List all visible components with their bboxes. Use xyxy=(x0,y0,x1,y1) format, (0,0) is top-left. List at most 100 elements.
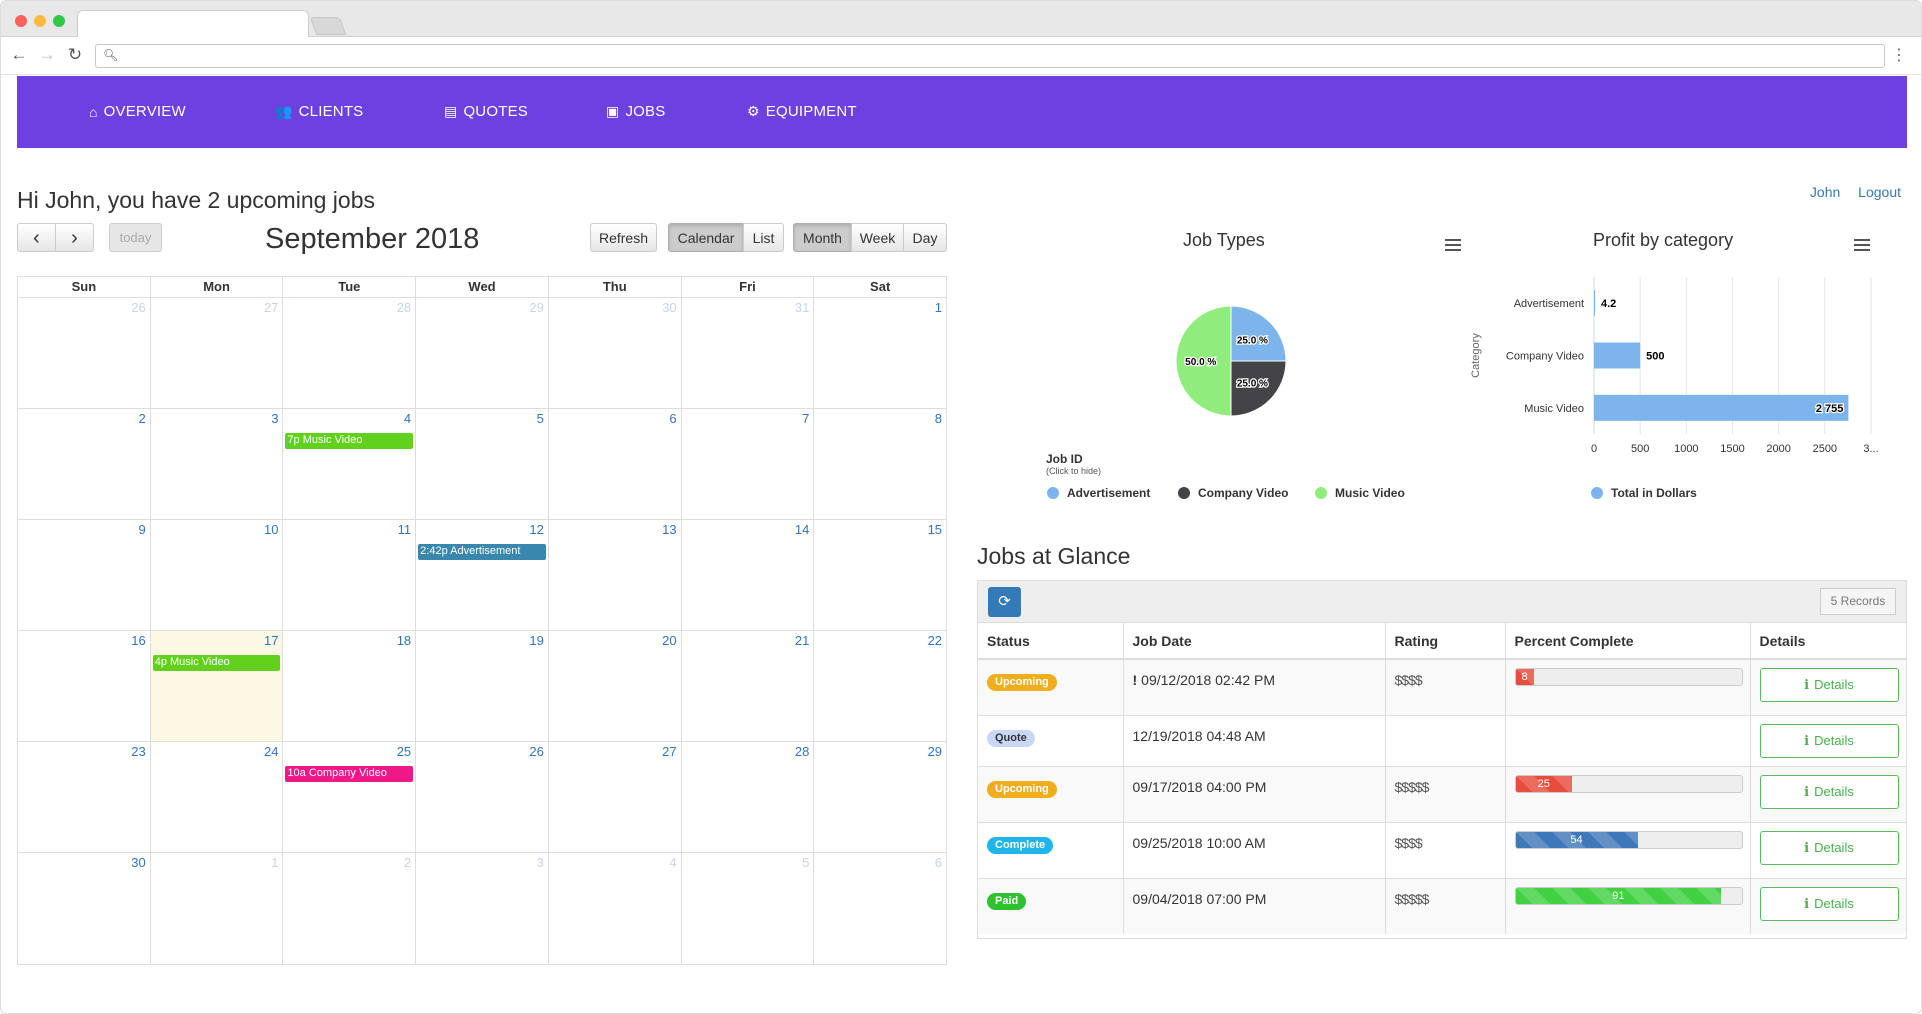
pie-slice-advertisement[interactable] xyxy=(1230,305,1287,362)
day-number[interactable]: 14 xyxy=(795,522,809,537)
day-number[interactable]: 28 xyxy=(397,300,411,315)
day-number[interactable]: 16 xyxy=(131,633,145,648)
maximize-window-button[interactable] xyxy=(53,15,65,27)
calendar-event[interactable]: 4p Music Video xyxy=(152,655,281,671)
day-number[interactable]: 30 xyxy=(131,855,145,870)
day-number[interactable]: 7 xyxy=(802,411,809,426)
forward-arrow-icon[interactable]: → xyxy=(37,45,57,65)
calendar-day-cell[interactable]: 27 xyxy=(549,742,682,852)
calendar-day-cell[interactable]: 15 xyxy=(814,520,946,630)
calendar-day-cell[interactable]: 30 xyxy=(18,853,151,964)
close-window-button[interactable] xyxy=(15,15,27,27)
calendar-day-cell[interactable]: 23 xyxy=(18,742,151,852)
calendar-day-cell[interactable]: 28 xyxy=(682,742,815,852)
reload-icon[interactable]: ↻ xyxy=(65,45,85,65)
job-row[interactable]: Paid 09/04/2018 07:00 PM $$$$$ 91 i Details xyxy=(978,877,1906,934)
calendar-day-cell[interactable]: 3 xyxy=(416,853,549,964)
profit-legend-item[interactable]: Total in Dollars xyxy=(1591,486,1697,500)
calendar-day-cell[interactable]: 4 xyxy=(549,853,682,964)
day-number[interactable]: 30 xyxy=(662,300,676,315)
calendar-day-cell[interactable]: 20 xyxy=(549,631,682,741)
new-tab-button[interactable] xyxy=(309,17,347,35)
calendar-day-cell[interactable]: 5 xyxy=(416,409,549,519)
day-number[interactable]: 1 xyxy=(935,300,942,315)
calendar-day-cell[interactable]: 9 xyxy=(18,520,151,630)
calendar-day-cell[interactable]: 3 xyxy=(151,409,284,519)
details-button[interactable]: i Details xyxy=(1759,774,1899,809)
back-arrow-icon[interactable]: ← xyxy=(9,45,29,65)
calendar-day-cell[interactable]: 5 xyxy=(682,853,815,964)
nav-overview[interactable]: ⌂ OVERVIEW xyxy=(89,103,186,120)
day-number[interactable]: 11 xyxy=(398,522,412,537)
day-number[interactable]: 31 xyxy=(795,300,809,315)
calendar-event[interactable]: 7p Music Video xyxy=(285,433,414,449)
nav-jobs[interactable]: ▣ JOBS xyxy=(606,103,665,120)
calendar-day-cell[interactable]: 30 xyxy=(549,298,682,408)
calendar-next-button[interactable]: › xyxy=(55,223,94,252)
legend-item-advertisement[interactable]: Advertisement xyxy=(1047,486,1150,500)
day-number[interactable]: 10 xyxy=(264,522,278,537)
calendar-day-cell[interactable]: 22 xyxy=(814,631,946,741)
day-number[interactable]: 1 xyxy=(271,855,278,870)
calendar-day-cell[interactable]: 12 2:42p Advertisement xyxy=(416,520,549,630)
calendar-day-cell[interactable]: 6 xyxy=(549,409,682,519)
day-number[interactable]: 4 xyxy=(404,411,411,426)
profit-menu-icon[interactable] xyxy=(1854,239,1870,251)
calendar-event[interactable]: 10a Company Video xyxy=(285,766,414,782)
legend-item-music-video[interactable]: Music Video xyxy=(1315,486,1405,500)
day-number[interactable]: 25 xyxy=(397,744,411,759)
day-number[interactable]: 23 xyxy=(131,744,145,759)
calendar-day-cell[interactable]: 16 xyxy=(18,631,151,741)
calendar-day-cell[interactable]: 13 xyxy=(549,520,682,630)
calendar-day-cell[interactable]: 18 xyxy=(283,631,417,741)
day-number[interactable]: 29 xyxy=(928,744,942,759)
calendar-day-cell[interactable]: 8 xyxy=(814,409,946,519)
calendar-day-cell[interactable]: 2 xyxy=(18,409,151,519)
user-name-link[interactable]: John xyxy=(1810,184,1840,200)
view-week-button[interactable]: Week xyxy=(851,223,904,252)
column-header-percent-complete[interactable]: Percent Complete xyxy=(1505,623,1751,660)
day-number[interactable]: 3 xyxy=(537,855,544,870)
column-header-rating[interactable]: Rating xyxy=(1385,623,1506,660)
calendar-prev-button[interactable]: ‹ xyxy=(17,223,56,252)
calendar-day-cell[interactable]: 19 xyxy=(416,631,549,741)
day-number[interactable]: 18 xyxy=(397,633,411,648)
day-number[interactable]: 29 xyxy=(529,300,543,315)
day-number[interactable]: 22 xyxy=(928,633,942,648)
calendar-day-cell[interactable]: 2 xyxy=(283,853,417,964)
day-number[interactable]: 27 xyxy=(264,300,278,315)
day-number[interactable]: 5 xyxy=(537,411,544,426)
day-number[interactable]: 20 xyxy=(662,633,676,648)
calendar-today-button[interactable]: today xyxy=(109,223,162,252)
day-number[interactable]: 6 xyxy=(935,855,942,870)
column-header-status[interactable]: Status xyxy=(978,623,1124,660)
calendar-refresh-button[interactable]: Refresh xyxy=(590,223,657,252)
day-number[interactable]: 2 xyxy=(404,855,411,870)
calendar-day-cell[interactable]: 7 xyxy=(682,409,815,519)
bar-company-video[interactable] xyxy=(1594,342,1641,369)
job-row[interactable]: Quote 12/19/2018 04:48 AM i Details xyxy=(978,714,1906,766)
job-types-menu-icon[interactable] xyxy=(1445,239,1461,251)
day-number[interactable]: 6 xyxy=(669,411,676,426)
day-number[interactable]: 9 xyxy=(138,522,145,537)
calendar-day-cell[interactable]: 29 xyxy=(814,742,946,852)
calendar-day-cell[interactable]: 24 xyxy=(151,742,284,852)
bar-advertisement[interactable] xyxy=(1594,290,1595,317)
view-day-button[interactable]: Day xyxy=(903,223,947,252)
details-button[interactable]: i Details xyxy=(1759,886,1899,921)
job-row[interactable]: Complete 09/25/2018 10:00 AM $$$$ 54 i Detail… xyxy=(978,821,1906,878)
nav-quotes[interactable]: ▤ QUOTES xyxy=(444,103,528,120)
view-calendar-button[interactable]: Calendar xyxy=(668,223,744,252)
column-header-details[interactable]: Details xyxy=(1750,623,1906,660)
day-number[interactable]: 3 xyxy=(271,411,278,426)
details-button[interactable]: i Details xyxy=(1759,723,1899,758)
day-number[interactable]: 8 xyxy=(935,411,942,426)
calendar-day-cell[interactable]: 28 xyxy=(283,298,417,408)
calendar-day-cell[interactable]: 1 xyxy=(814,298,946,408)
job-row[interactable]: Upcoming 09/17/2018 04:00 PM $$$$$ 25 i Detai… xyxy=(978,765,1906,822)
day-number[interactable]: 28 xyxy=(795,744,809,759)
calendar-day-cell[interactable]: 31 xyxy=(682,298,815,408)
calendar-day-cell[interactable]: 14 xyxy=(682,520,815,630)
calendar-day-cell[interactable]: 6 xyxy=(814,853,946,964)
day-number[interactable]: 13 xyxy=(662,522,676,537)
